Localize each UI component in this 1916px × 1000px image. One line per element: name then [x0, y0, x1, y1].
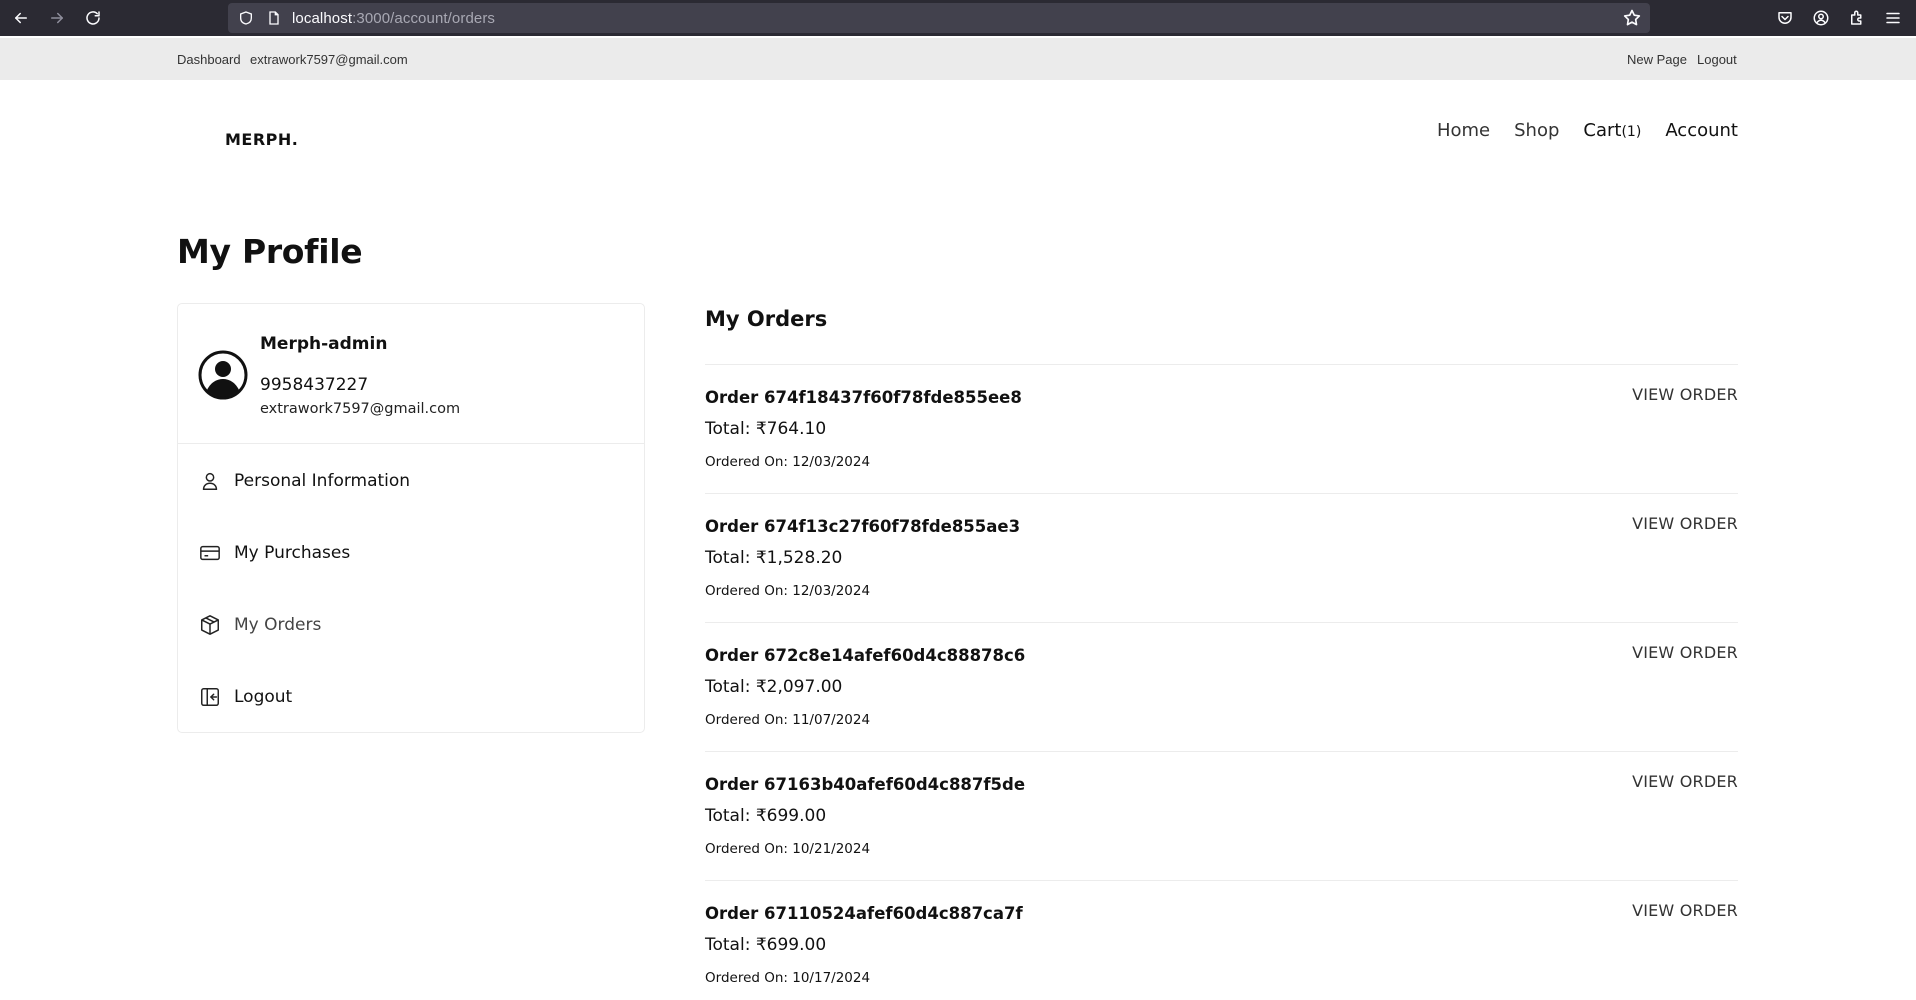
- nav-shop[interactable]: Shop: [1514, 120, 1559, 141]
- nav-cart-label: Cart: [1583, 120, 1622, 141]
- logout-icon: [198, 685, 222, 709]
- user-email-link[interactable]: extrawork7597@gmail.com: [250, 52, 408, 67]
- main-nav: Home Shop Cart(1) Account: [1437, 120, 1738, 141]
- view-order-button[interactable]: VIEW ORDER: [1632, 772, 1738, 791]
- profile-summary: Merph-admin 9958437227 extrawork7597@gma…: [178, 304, 644, 444]
- profile-email: extrawork7597@gmail.com: [260, 401, 461, 417]
- avatar-icon: [198, 350, 248, 400]
- order-date: Ordered On: 10/17/2024: [705, 970, 871, 986]
- menu-label: My Purchases: [234, 543, 351, 563]
- view-order-button[interactable]: VIEW ORDER: [1632, 901, 1738, 920]
- reload-icon[interactable]: [81, 6, 105, 30]
- order-id: Order 67163b40afef60d4c887f5de: [705, 775, 1026, 794]
- order-total: Total: ₹699.00: [705, 806, 827, 826]
- order-id: Order 674f13c27f60f78fde855ae3: [705, 517, 1021, 536]
- back-arrow-icon[interactable]: [9, 6, 33, 30]
- box-icon: [198, 613, 222, 637]
- menu-label: Logout: [234, 687, 293, 707]
- order-total: Total: ₹1,528.20: [705, 548, 843, 568]
- admin-top-bar: Dashboard extrawork7597@gmail.com New Pa…: [0, 38, 1916, 80]
- menu-my-orders[interactable]: My Orders: [198, 610, 321, 640]
- order-row: Order 67110524afef60d4c887ca7f Total: ₹6…: [705, 880, 1738, 1000]
- menu-personal-information[interactable]: Personal Information: [198, 466, 410, 496]
- user-icon: [198, 469, 222, 493]
- order-row: Order 672c8e14afef60d4c88878c6 Total: ₹2…: [705, 622, 1738, 751]
- profile-card: Merph-admin 9958437227 extrawork7597@gma…: [177, 303, 645, 733]
- orders-heading: My Orders: [705, 307, 828, 331]
- view-order-button[interactable]: VIEW ORDER: [1632, 514, 1738, 533]
- url-text: localhost:3000/account/orders: [292, 9, 496, 27]
- order-total: Total: ₹2,097.00: [705, 677, 843, 697]
- profile-phone: 9958437227: [260, 375, 369, 395]
- bookmark-star-icon[interactable]: [1622, 8, 1642, 28]
- new-page-link[interactable]: New Page: [1627, 52, 1687, 67]
- address-bar[interactable]: localhost:3000/account/orders: [228, 3, 1650, 33]
- order-row: Order 67163b40afef60d4c887f5de Total: ₹6…: [705, 751, 1738, 880]
- nav-cart[interactable]: Cart(1): [1583, 120, 1641, 141]
- view-order-button[interactable]: VIEW ORDER: [1632, 643, 1738, 662]
- page-info-icon[interactable]: [264, 8, 284, 28]
- cart-count-badge: (1): [1621, 124, 1642, 140]
- menu-my-purchases[interactable]: My Purchases: [198, 538, 350, 568]
- browser-toolbar: localhost:3000/account/orders: [0, 0, 1916, 36]
- menu-icon[interactable]: [1881, 6, 1905, 30]
- nav-account[interactable]: Account: [1665, 120, 1738, 141]
- menu-logout[interactable]: Logout: [198, 682, 292, 712]
- menu-label: My Orders: [234, 615, 322, 635]
- top-logout-link[interactable]: Logout: [1697, 52, 1737, 67]
- order-id: Order 67110524afef60d4c887ca7f: [705, 904, 1023, 923]
- order-date: Ordered On: 11/07/2024: [705, 712, 871, 728]
- profile-name: Merph-admin: [260, 334, 388, 354]
- menu-label: Personal Information: [234, 471, 411, 491]
- order-id: Order 672c8e14afef60d4c88878c6: [705, 646, 1026, 665]
- pocket-icon[interactable]: [1773, 6, 1797, 30]
- order-total: Total: ₹764.10: [705, 419, 827, 439]
- order-row: Order 674f18437f60f78fde855ee8 Total: ₹7…: [705, 364, 1738, 493]
- extensions-icon[interactable]: [1845, 6, 1869, 30]
- order-date: Ordered On: 12/03/2024: [705, 583, 871, 599]
- order-date: Ordered On: 12/03/2024: [705, 454, 871, 470]
- view-order-button[interactable]: VIEW ORDER: [1632, 385, 1738, 404]
- orders-list: Order 674f18437f60f78fde855ee8 Total: ₹7…: [705, 364, 1738, 1000]
- order-date: Ordered On: 10/21/2024: [705, 841, 871, 857]
- credit-card-icon: [198, 541, 222, 565]
- order-row: Order 674f13c27f60f78fde855ae3 Total: ₹1…: [705, 493, 1738, 622]
- forward-arrow-icon[interactable]: [45, 6, 69, 30]
- page-title: My Profile: [177, 232, 363, 271]
- site-logo[interactable]: MERPH.: [225, 130, 298, 149]
- nav-home[interactable]: Home: [1437, 120, 1490, 141]
- shield-icon[interactable]: [236, 8, 256, 28]
- order-id: Order 674f18437f60f78fde855ee8: [705, 388, 1022, 407]
- account-icon[interactable]: [1809, 6, 1833, 30]
- dashboard-link[interactable]: Dashboard: [177, 52, 241, 67]
- order-total: Total: ₹699.00: [705, 935, 827, 955]
